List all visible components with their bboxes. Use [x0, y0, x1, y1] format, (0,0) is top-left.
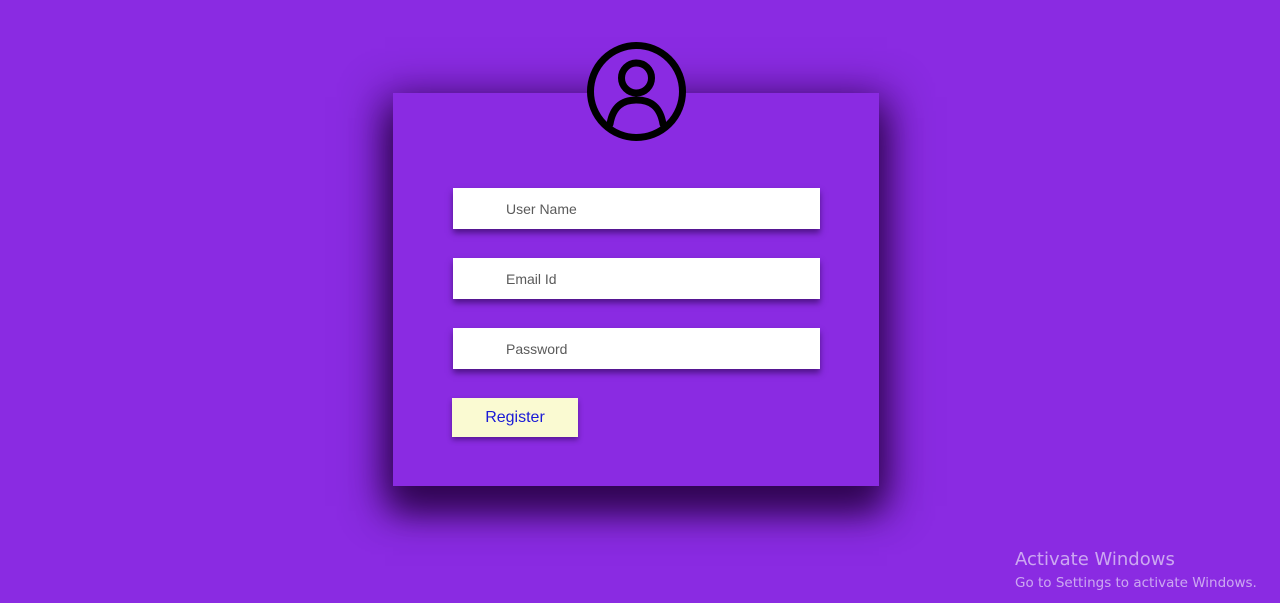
email-input[interactable]: [453, 258, 820, 299]
password-input[interactable]: [453, 328, 820, 369]
register-card: Register: [393, 93, 879, 486]
email-field-wrapper: [453, 258, 820, 299]
username-field-wrapper: [453, 188, 820, 229]
page: Register Activate Windows Go to Settings…: [0, 0, 1280, 603]
password-field-wrapper: [453, 328, 820, 369]
activate-windows-watermark: Activate Windows Go to Settings to activ…: [1015, 549, 1257, 593]
watermark-subtitle: Go to Settings to activate Windows.: [1015, 575, 1257, 591]
watermark-title: Activate Windows: [1015, 549, 1175, 570]
user-circle-icon: [585, 40, 688, 143]
register-button[interactable]: Register: [452, 398, 578, 437]
username-input[interactable]: [453, 188, 820, 229]
